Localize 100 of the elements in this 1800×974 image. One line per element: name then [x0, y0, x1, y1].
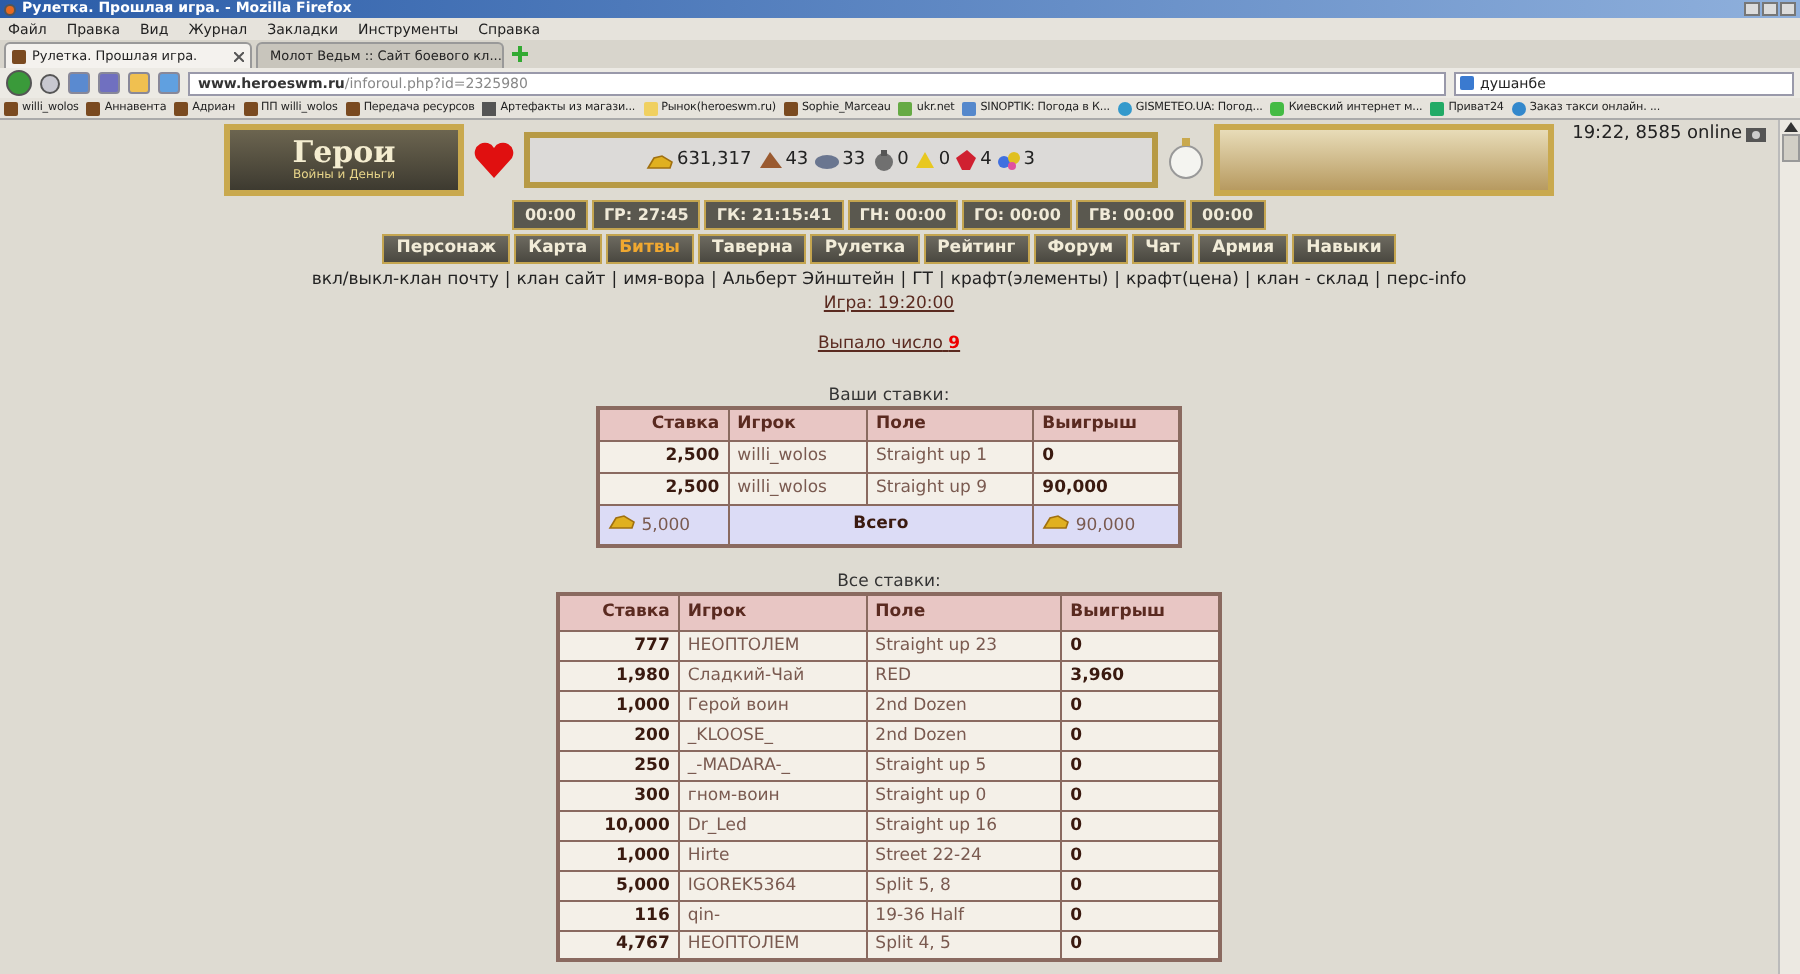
bet-cell: 1,000	[558, 690, 679, 720]
column-header: Поле	[867, 408, 1034, 440]
player-cell: IGOREK5364	[678, 870, 867, 900]
separator: |	[1114, 270, 1121, 290]
win-cell: 0	[1061, 750, 1220, 780]
player-cell: гном-воин	[678, 780, 867, 810]
maximize-button[interactable]	[1762, 2, 1778, 16]
separator: |	[1374, 270, 1381, 290]
separator: |	[1244, 270, 1251, 290]
timer: ГВ: 00:00	[1076, 200, 1187, 230]
bet-cell: 250	[558, 750, 679, 780]
gems-icon	[997, 150, 1022, 170]
timer: ГК: 21:15:41	[704, 200, 844, 230]
link[interactable]: Альберт Эйнштейн	[722, 270, 895, 290]
home-button[interactable]	[128, 72, 150, 94]
win-cell: 0	[1061, 930, 1220, 960]
nav-button[interactable]: Рейтинг	[923, 234, 1030, 264]
nav-button[interactable]: Армия	[1198, 234, 1289, 264]
bet-cell: 2,500	[598, 440, 729, 472]
ingot-pile-icon	[646, 151, 675, 169]
win-cell: 0	[1061, 720, 1220, 750]
close-button[interactable]	[1780, 2, 1796, 16]
field-cell: 2nd Dozen	[866, 720, 1062, 750]
bet-cell: 777	[558, 630, 679, 660]
bet-cell: 4,767	[558, 930, 679, 960]
nav-button[interactable]: Навыки	[1292, 234, 1396, 264]
nav-button[interactable]: Форум	[1033, 234, 1128, 264]
timer: ГО: 00:00	[962, 200, 1073, 230]
link[interactable]: клан сайт	[516, 270, 606, 290]
link[interactable]: имя-вора	[623, 270, 706, 290]
scrollbar-thumb[interactable]	[1781, 134, 1799, 162]
win-cell: 3,960	[1061, 660, 1220, 690]
forward-button[interactable]	[40, 73, 60, 93]
scrollbar[interactable]	[1778, 120, 1800, 974]
bet-cell: 5,000	[558, 870, 679, 900]
bookmark-button[interactable]	[98, 72, 120, 94]
resource-count: 33	[842, 150, 866, 170]
field-cell: Straight up 1	[867, 440, 1034, 472]
win-cell: 0	[1061, 840, 1220, 870]
bet-cell: 300	[558, 780, 679, 810]
timer: ГР: 27:45	[591, 200, 701, 230]
win-cell: 90,000	[1033, 472, 1180, 504]
bet-cell: 200	[558, 720, 679, 750]
nav-button[interactable]: Рулетка	[810, 234, 920, 264]
back-button[interactable]	[6, 70, 32, 96]
field-cell: Straight up 9	[867, 472, 1034, 504]
bet-cell: 116	[558, 900, 679, 930]
link[interactable]: вкл/выкл-клан почту	[311, 270, 499, 290]
nav-button[interactable]: Персонаж	[382, 234, 511, 264]
link[interactable]: клан - склад	[1256, 270, 1369, 290]
field-cell: Straight up 0	[866, 780, 1062, 810]
new-tab-button[interactable]	[508, 46, 532, 68]
resource-count: 43	[785, 150, 809, 170]
player-cell: _KLOOSE_	[678, 720, 867, 750]
link[interactable]: крафт(цена)	[1126, 270, 1239, 290]
nav-button[interactable]: Чат	[1131, 234, 1195, 264]
field-cell: Split 5, 8	[866, 870, 1062, 900]
flask-icon	[871, 149, 896, 171]
firefox-icon	[4, 3, 16, 15]
nav-button[interactable]: Таверна	[698, 234, 807, 264]
table-caption: Все ставки:	[837, 572, 941, 592]
timer: 00:00	[512, 200, 588, 230]
player-cell: _-MADARA-_	[678, 750, 867, 780]
link[interactable]: перс-info	[1386, 270, 1467, 290]
ingot-pile-icon	[1042, 512, 1071, 531]
navigation-button[interactable]	[158, 72, 180, 94]
total-bet-cell: 5,000	[598, 504, 729, 546]
camera-icon	[1746, 126, 1766, 142]
link[interactable]: крафт(элементы)	[950, 270, 1109, 290]
column-header: Выигрыш	[1061, 594, 1220, 630]
result-link[interactable]: Выпало число 9	[817, 334, 961, 354]
total-win-cell: 90,000	[1033, 504, 1180, 546]
resource-count: 4	[980, 150, 992, 170]
reload-button[interactable]	[68, 72, 90, 94]
link[interactable]: ГТ	[912, 270, 933, 290]
field-cell: 2nd Dozen	[866, 690, 1062, 720]
separator: |	[900, 270, 907, 290]
player-cell: НЕОПТОЛЕМ	[678, 930, 867, 960]
scroll-up-arrow-icon[interactable]	[1783, 122, 1797, 132]
minimize-button[interactable]	[1744, 2, 1760, 16]
sulfur-pile-icon	[914, 150, 937, 170]
ingot-pile-icon	[608, 512, 636, 531]
field-cell: RED	[866, 660, 1062, 690]
win-cell: 0	[1061, 900, 1220, 930]
field-cell: Straight up 23	[866, 630, 1062, 660]
player-cell: НЕОПТОЛЕМ	[678, 630, 867, 660]
resource-count: 0	[938, 150, 951, 170]
bet-cell: 1,980	[558, 660, 679, 690]
player-cell: willi_wolos	[728, 440, 867, 472]
game-time-link[interactable]: Игра: 19:20:00	[823, 294, 955, 314]
player-cell: Герой воин	[678, 690, 867, 720]
player-cell: Hirte	[678, 840, 867, 870]
win-cell: 0	[1061, 630, 1220, 660]
separator: |	[939, 270, 945, 290]
nav-button[interactable]: Карта	[514, 234, 602, 264]
win-cell: 0	[1061, 810, 1220, 840]
close-icon[interactable]	[234, 51, 244, 61]
win-cell: 0	[1061, 780, 1220, 810]
player-cell: willi_wolos	[728, 472, 867, 504]
resource-count: 0	[897, 150, 909, 170]
